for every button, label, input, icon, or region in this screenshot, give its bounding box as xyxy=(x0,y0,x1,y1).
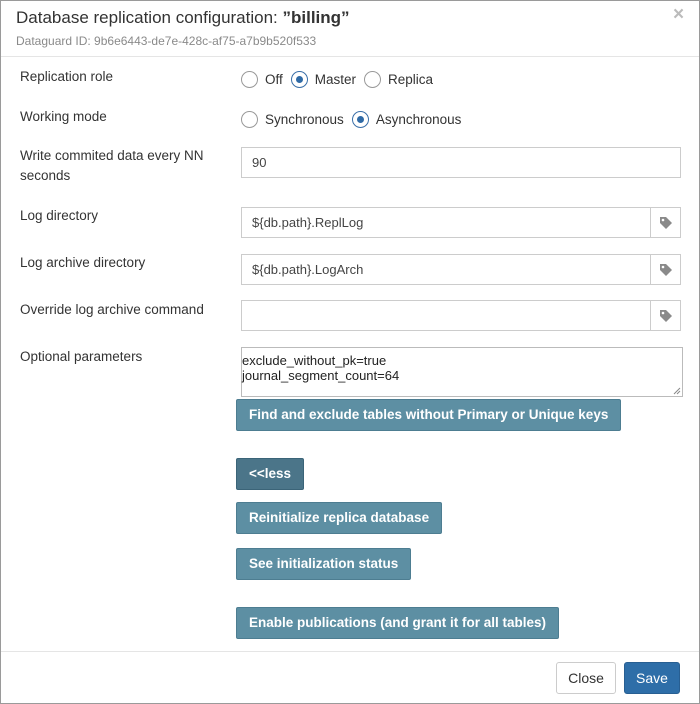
reinitialize-replica-button[interactable]: Reinitialize replica database xyxy=(236,502,443,534)
override-command-label: Override log archive command xyxy=(20,302,204,317)
override-command-input[interactable] xyxy=(241,300,681,331)
tag-icon xyxy=(659,263,672,276)
role-off-radio[interactable]: Off xyxy=(241,70,283,88)
mode-synchronous-label: Synchronous xyxy=(265,111,344,127)
log-directory-label: Log directory xyxy=(20,208,99,223)
log-directory-value: ${db.path}.ReplLog xyxy=(252,215,364,230)
role-replica-radio[interactable]: Replica xyxy=(364,70,434,88)
mode-synchronous-radio-circle[interactable] xyxy=(241,110,258,128)
log-directory-input[interactable]: ${db.path}.ReplLog xyxy=(241,207,681,238)
optional-parameters-textarea[interactable]: exclude_without_pk=true journal_segment_… xyxy=(241,347,683,397)
mode-synchronous-radio[interactable]: Synchronous xyxy=(241,110,344,128)
override-command-tag-button[interactable] xyxy=(650,301,680,330)
mode-asynchronous-radio[interactable]: Asynchronous xyxy=(351,110,462,128)
write-interval-label: Write commited data every NN seconds xyxy=(20,148,204,183)
log-archive-directory-value: ${db.path}.LogArch xyxy=(252,262,364,277)
role-off-label: Off xyxy=(265,71,283,87)
role-master-label: Master xyxy=(314,71,357,87)
dialog-title-prefix: Database replication configuration: xyxy=(16,8,283,27)
role-replica-label: Replica xyxy=(388,71,434,87)
role-off-radio-circle[interactable] xyxy=(241,70,258,88)
close-icon[interactable]: × xyxy=(673,5,684,24)
mode-asynchronous-label: Asynchronous xyxy=(375,111,462,127)
see-initialization-status-button[interactable]: See initialization status xyxy=(236,548,412,580)
dialog-title-name: ”billing” xyxy=(282,8,350,27)
working-mode-radio-group: Synchronous Asynchronous xyxy=(241,108,469,130)
role-master-radio-circle[interactable] xyxy=(290,70,308,88)
less-button[interactable]: <<less xyxy=(236,458,305,490)
close-button[interactable]: Close xyxy=(556,662,616,694)
dialog-header: Database replication configuration: ”bil… xyxy=(1,1,699,57)
working-mode-label: Working mode xyxy=(20,109,107,124)
optional-parameters-label: Optional parameters xyxy=(20,349,143,364)
write-interval-value: 90 xyxy=(252,155,267,170)
find-exclude-tables-button[interactable]: Find and exclude tables without Primary … xyxy=(236,399,622,431)
log-archive-directory-label: Log archive directory xyxy=(20,255,146,270)
tag-icon xyxy=(659,309,672,322)
mode-asynchronous-radio-circle[interactable] xyxy=(351,110,369,128)
log-archive-directory-input[interactable]: ${db.path}.LogArch xyxy=(241,254,681,285)
role-master-radio[interactable]: Master xyxy=(290,70,357,88)
enable-publications-button[interactable]: Enable publications (and grant it for al… xyxy=(236,607,560,639)
tag-icon xyxy=(659,216,672,229)
dialog-title: Database replication configuration: ”bil… xyxy=(16,8,350,28)
save-button[interactable]: Save xyxy=(624,662,680,694)
replication-role-radio-group: Off Master Replica xyxy=(241,68,441,90)
replication-role-label: Replication role xyxy=(20,69,114,84)
role-replica-radio-circle[interactable] xyxy=(364,70,382,88)
log-directory-tag-button[interactable] xyxy=(650,208,680,237)
dataguard-id: Dataguard ID: 9b6e6443-de7e-428c-af75-a7… xyxy=(16,34,317,48)
replication-dialog: Database replication configuration: ”bil… xyxy=(0,0,700,704)
write-interval-input[interactable]: 90 xyxy=(241,147,681,178)
log-archive-directory-tag-button[interactable] xyxy=(650,255,680,284)
resize-handle-icon[interactable] xyxy=(673,387,681,395)
